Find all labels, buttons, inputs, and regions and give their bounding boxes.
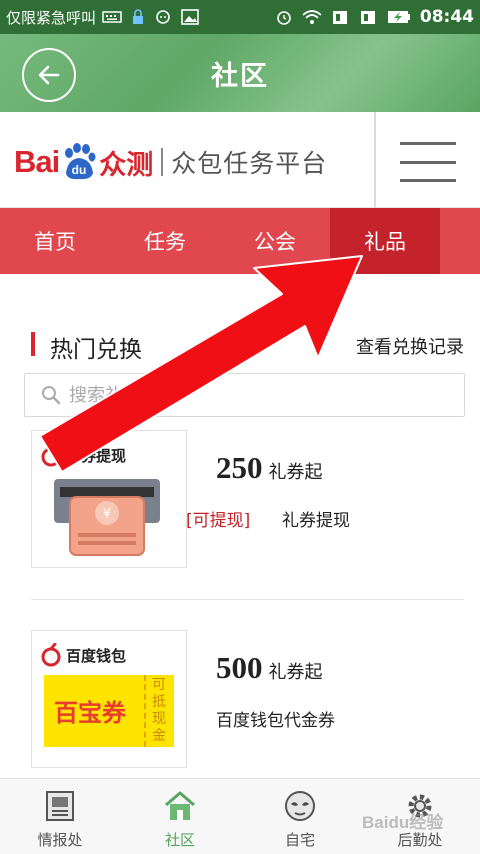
search-box[interactable] bbox=[24, 373, 465, 417]
brand-latin: Bai bbox=[14, 144, 60, 179]
tab-gifts[interactable]: 礼品 bbox=[330, 208, 440, 274]
exchange-record-link[interactable]: 查看兑换记录 bbox=[356, 333, 464, 359]
gift-price-value: 500 bbox=[216, 650, 263, 685]
nav-tabs: 首页 任务 公会 礼品 bbox=[0, 208, 480, 274]
search-input[interactable] bbox=[69, 384, 449, 406]
gift-price-unit: 礼券起 bbox=[268, 662, 323, 683]
bottom-nav-home-profile[interactable]: 自宅 bbox=[240, 779, 360, 854]
paw-icon: du bbox=[60, 143, 98, 181]
carrier-text: 仅限紧急呼叫 bbox=[6, 8, 97, 27]
tab-tasks[interactable]: 任务 bbox=[110, 208, 220, 274]
battery-charging-icon bbox=[387, 11, 410, 23]
gift-name: 礼券提现 bbox=[282, 511, 350, 531]
menu-line-icon bbox=[400, 160, 456, 164]
tabs-filler bbox=[440, 208, 480, 274]
six-logo-icon bbox=[41, 643, 61, 667]
menu-line-icon bbox=[400, 179, 456, 182]
svg-text:¥: ¥ bbox=[103, 507, 111, 522]
tab-home[interactable]: 首页 bbox=[0, 208, 110, 274]
gift-price: 250 礼券起 bbox=[216, 450, 323, 486]
title-bar: 社区 bbox=[0, 34, 480, 112]
bottom-nav-label: 情报处 bbox=[37, 831, 83, 849]
atm-withdraw-icon: ¥ bbox=[54, 479, 160, 556]
brand-separator bbox=[161, 148, 164, 176]
gift-image: 礼券提现 ¥ bbox=[31, 430, 187, 568]
gift-image: 百度钱包 百宝券 可抵现金 bbox=[31, 630, 187, 768]
newspaper-icon bbox=[46, 791, 74, 821]
bottom-nav-label: 社区 bbox=[164, 831, 195, 849]
section-title: 热门兑换 bbox=[50, 337, 142, 363]
bottom-nav-label: 自宅 bbox=[284, 831, 315, 849]
gift-image-caption: 百度钱包 bbox=[66, 647, 127, 665]
sim1-icon bbox=[332, 11, 347, 24]
voucher-ticket-text: 百宝券 bbox=[54, 699, 126, 727]
sim2-icon bbox=[360, 11, 375, 24]
alarm-icon bbox=[277, 11, 291, 25]
home-icon bbox=[165, 791, 195, 820]
hamburger-menu-button[interactable] bbox=[400, 142, 456, 182]
voucher-ticket-side-text: 可抵现金 bbox=[152, 677, 166, 744]
search-icon bbox=[42, 386, 61, 405]
lock-icon bbox=[133, 9, 144, 24]
gift-image-caption: 礼券提现 bbox=[66, 447, 127, 465]
brand-du-text: du bbox=[72, 163, 87, 177]
gift-price: 500 礼券起 bbox=[216, 650, 323, 686]
keyboard-icon bbox=[102, 11, 122, 23]
baidu-zhongce-logo[interactable]: Bai du 众测 众包任务平台 bbox=[14, 142, 327, 182]
arrow-left-icon bbox=[38, 65, 60, 85]
bottom-nav-community[interactable]: 社区 bbox=[120, 779, 240, 854]
image-icon bbox=[181, 9, 199, 25]
voucher-ticket-graphic: 百宝券 可抵现金 bbox=[44, 675, 174, 747]
gift-price-unit: 礼券起 bbox=[268, 462, 323, 483]
gift-item[interactable]: 礼券提现 ¥ 250 礼券起 [可提现] 礼券提现 bbox=[0, 430, 480, 600]
back-button[interactable] bbox=[22, 48, 76, 102]
page-title: 社区 bbox=[211, 60, 269, 92]
section-accent-bar bbox=[31, 332, 35, 356]
item-divider bbox=[31, 599, 464, 600]
clock-time: 08:44 bbox=[419, 7, 474, 27]
mask-icon bbox=[285, 791, 315, 821]
gift-tag: [可提现] bbox=[186, 511, 251, 531]
watermark-text: Baidu经验 bbox=[362, 813, 444, 832]
gift-item[interactable]: 百度钱包 百宝券 可抵现金 500 礼券起 百度钱包代金券 bbox=[0, 630, 480, 778]
brand-bar: Bai du 众测 众包任务平台 bbox=[0, 112, 480, 208]
menu-line-icon bbox=[400, 142, 456, 145]
brand-chinese: 众测 bbox=[99, 149, 154, 181]
vertical-divider bbox=[374, 112, 376, 208]
wifi-icon bbox=[302, 10, 322, 24]
bottom-nav-intel[interactable]: 情报处 bbox=[0, 779, 120, 854]
voucher-perforation bbox=[144, 675, 146, 747]
tab-guild[interactable]: 公会 bbox=[220, 208, 330, 274]
gift-name: 百度钱包代金券 bbox=[216, 711, 335, 731]
status-bar: 仅限紧急呼叫 08:44 bbox=[0, 0, 480, 34]
brand-slogan: 众包任务平台 bbox=[171, 149, 328, 178]
six-logo-icon bbox=[41, 443, 61, 467]
gift-price-value: 250 bbox=[216, 450, 263, 485]
chat-icon bbox=[156, 10, 170, 24]
